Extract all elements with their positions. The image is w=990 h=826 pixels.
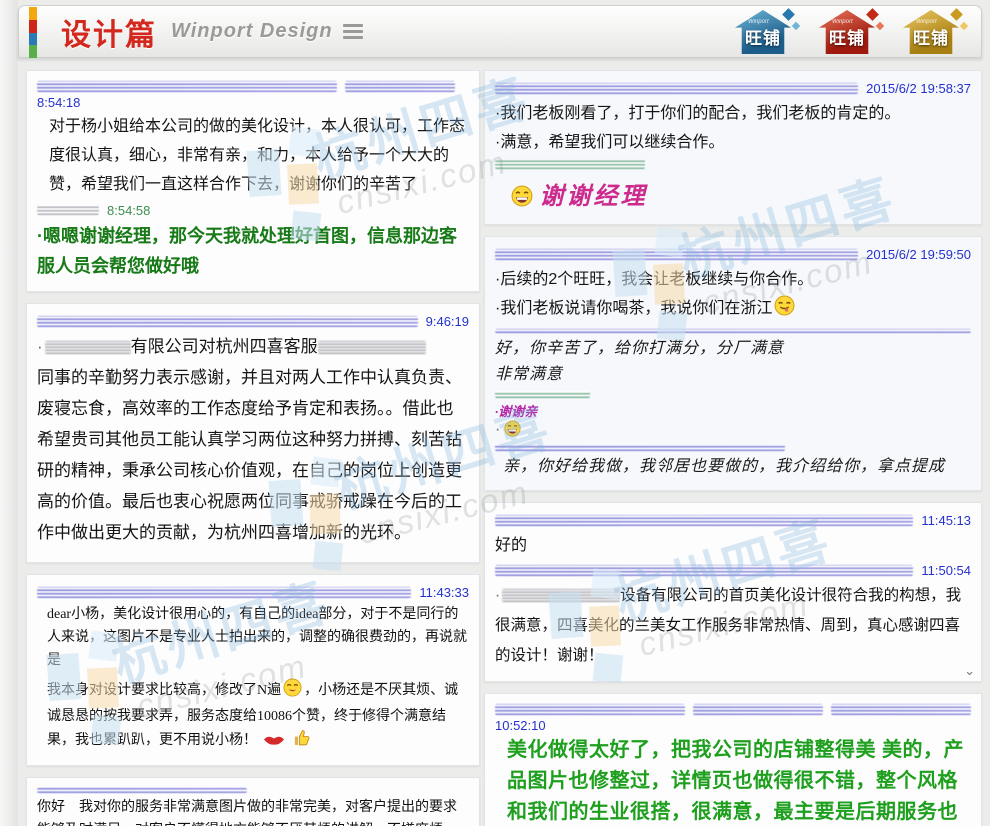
chat-message: 对于杨小姐给本公司的做的美化设计，本人很认可，工作态度很认真，细心，非常有亲，和…	[37, 110, 469, 199]
chat-message: 你好 我对你的服务非常满意图片做的非常完美，对客户提出的要求能够及时满足，对客户…	[37, 796, 469, 826]
wangpu-label: 旺铺	[913, 30, 949, 47]
timestamp: 10:52:10	[495, 718, 971, 733]
wangpu-label: 旺铺	[829, 30, 865, 47]
bullet: ·	[37, 337, 43, 356]
chat-message: 同事的辛勤努力表示感谢，并且对两人工作中认真负责、废寝忘食，高效率的工作态度给予…	[37, 362, 469, 548]
chat-block-3: 11:43:33 dear小杨，美化设计很用心的，有自己的idea部分，对于不是…	[26, 574, 480, 766]
chat-title: 有限公司对杭州四喜客服	[131, 337, 318, 356]
chat-reply: ·嗯嗯谢谢经理，那今天我就处理好首图，信息那边客服人员会帮您做好哦	[37, 221, 469, 281]
chat-block-2: 9:46:19 · 有限公司对杭州四喜客服 同事的辛勤努力表示感谢，并且对两人工作…	[26, 303, 480, 563]
wangpu-icon-red[interactable]: Winport 旺铺	[819, 10, 883, 56]
page-title: 设计篇	[61, 10, 157, 54]
wangpu-brand: Winport	[748, 19, 769, 25]
thumbs-up-emoji	[292, 728, 311, 755]
timestamp: 9:46:19	[426, 314, 469, 329]
thanks-text: ·谢谢亲	[495, 401, 971, 420]
chat-message: ·后续的2个旺旺，我会让老板继续与你合作。	[495, 265, 971, 294]
timestamp: 2015/6/2 19:59:50	[866, 247, 971, 262]
bullet: ·	[495, 421, 500, 438]
chat-message: 美化做得太好了，把我公司的店铺整得美 美的，产品图片也修整过，详情页也做得很不错…	[495, 733, 971, 826]
grin-emoji	[504, 420, 521, 442]
chat-message: 好的	[495, 531, 971, 560]
brand-color-bar	[29, 7, 37, 58]
chat-message: 我本身对设计要求比较高，修改了N遍，小杨还是不厌其烦、诚诚恳恳的按我要求弄，服务…	[37, 678, 469, 755]
chat-message: ·我们老板说请你喝茶，我说你们在浙江	[495, 294, 971, 326]
chat-message: 好，你辛苦了，给你打满分，分厂满意	[495, 336, 971, 362]
chat-block-6: 2015/6/2 19:58:37 ·我们老板刚看了，打于你们的配合，我们老板的…	[484, 70, 982, 225]
wangpu-brand: Winport	[916, 19, 937, 25]
page: 设计篇 Winport Design Winport 旺铺 Winport 旺铺…	[0, 0, 990, 826]
chevron-down-icon[interactable]: ⌄	[964, 663, 975, 679]
timestamp: 11:43:33	[419, 585, 469, 600]
tongue-emoji	[774, 295, 795, 326]
left-column: 8:54:18 对于杨小姐给本公司的做的美化设计，本人很认可，工作态度很认真，细…	[26, 70, 480, 826]
timestamp: 8:54:18	[37, 95, 469, 110]
lips-emoji	[263, 732, 285, 755]
wangpu-icon-blue[interactable]: Winport 旺铺	[735, 10, 799, 56]
mischief-emoji	[283, 678, 302, 705]
header: 设计篇 Winport Design Winport 旺铺 Winport 旺铺…	[18, 5, 982, 58]
wangpu-icons: Winport 旺铺 Winport 旺铺 Winport 旺铺	[735, 10, 967, 56]
chat-message: 非常满意	[495, 362, 971, 388]
thanks-text: 谢谢经理	[539, 184, 647, 210]
chat-block-9: 10:52:10 美化做得太好了，把我公司的店铺整得美 美的，产品图片也修整过，…	[484, 693, 982, 826]
grin-emoji	[511, 185, 533, 212]
page-subtitle: Winport Design	[171, 20, 333, 43]
wangpu-label: 旺铺	[745, 30, 781, 47]
timestamp: 11:50:54	[921, 563, 971, 578]
chat-message: ·设备有限公司的首页美化设计很符合我的构想，我很满意，四喜美化的兰美女工作服务非…	[495, 581, 971, 671]
wangpu-icon-gold[interactable]: Winport 旺铺	[903, 10, 967, 56]
chat-block-8: 11:45:13 好的 11:50:54 ·设备有限公司的首页美化设计很符合我的…	[484, 502, 982, 682]
chat-block-1: 8:54:18 对于杨小姐给本公司的做的美化设计，本人很认可，工作态度很认真，细…	[26, 70, 480, 292]
right-column: 2015/6/2 19:58:37 ·我们老板刚看了，打于你们的配合，我们老板的…	[484, 70, 982, 826]
chat-message: dear小杨，美化设计很用心的，有自己的idea部分，对于不是同行的人来说，这图…	[37, 603, 469, 672]
menu-icon	[343, 24, 363, 39]
timestamp: 11:45:13	[921, 513, 971, 528]
chat-message: ·我们老板刚看了，打于你们的配合，我们老板的肯定的。	[495, 99, 971, 128]
chat-message: ·满意，希望我们可以继续合作。	[495, 128, 971, 157]
timestamp: 8:54:58	[107, 203, 150, 218]
chat-block-7: 2015/6/2 19:59:50 ·后续的2个旺旺，我会让老板继续与你合作。 …	[484, 236, 982, 491]
chat-block-4: 你好 我对你的服务非常满意图片做的非常完美，对客户提出的要求能够及时满足，对客户…	[26, 777, 480, 826]
wangpu-brand: Winport	[832, 19, 853, 25]
chat-message: 亲，你好给我做，我邻居也要做的，我介绍给你，拿点提成	[495, 454, 971, 480]
timestamp: 2015/6/2 19:58:37	[866, 81, 971, 96]
